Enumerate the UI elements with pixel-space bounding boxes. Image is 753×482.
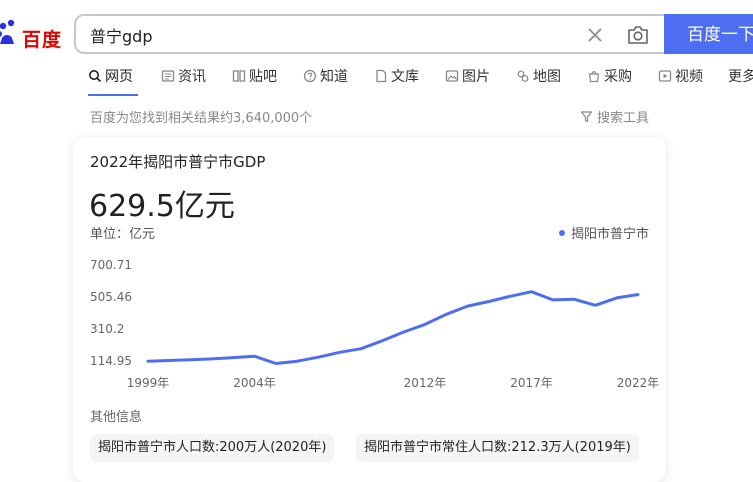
data-point[interactable]: [504, 290, 516, 302]
data-point[interactable]: [312, 351, 324, 363]
tab-label: 知道: [320, 69, 348, 85]
tab-label: 文库: [391, 69, 419, 85]
camera-icon[interactable]: [626, 24, 650, 46]
search-icon: [89, 70, 102, 83]
y-tick-label: 505.46: [90, 290, 132, 304]
data-point[interactable]: [334, 346, 346, 358]
info-chip-population[interactable]: 揭阳市普宁市人口数:200万人(2020年): [90, 434, 335, 462]
data-point[interactable]: [462, 300, 474, 312]
data-point[interactable]: [525, 286, 537, 298]
tab-web[interactable]: 网页: [88, 66, 133, 86]
tab-label: 资讯: [178, 69, 206, 85]
data-point[interactable]: [547, 294, 559, 306]
tab-label: 地图: [533, 69, 561, 85]
search-button[interactable]: 百度一下: [664, 14, 753, 54]
tab-label: 采购: [604, 69, 632, 85]
y-tick-label: 114.95: [90, 354, 132, 368]
clear-icon[interactable]: [584, 24, 606, 46]
baidu-paw-icon: [0, 19, 15, 44]
x-tick-label: 2004年: [233, 376, 276, 390]
data-point[interactable]: [206, 353, 218, 365]
search-box: [74, 14, 664, 54]
tab-map[interactable]: 地图: [516, 66, 561, 86]
data-point[interactable]: [483, 295, 495, 307]
tab-purchase[interactable]: 采购: [587, 66, 632, 86]
data-point[interactable]: [291, 355, 303, 367]
data-point[interactable]: [270, 357, 282, 369]
tab-label: 网页: [105, 69, 133, 85]
data-point[interactable]: [398, 326, 410, 338]
x-tick-label: 2012年: [404, 376, 447, 390]
other-info-label: 其他信息: [90, 410, 143, 425]
data-point[interactable]: [611, 292, 623, 304]
tab-label: 贴吧: [249, 69, 277, 85]
video-icon: [658, 70, 672, 82]
gdp-line-chart: 700.71 505.46 310.2 114.95 1999年 2004年 2012年 20…: [90, 258, 660, 390]
tab-label: 图片: [462, 69, 490, 85]
filter-icon: [580, 111, 593, 123]
tab-label: 更多: [728, 69, 753, 85]
search-tools-label: 搜索工具: [597, 111, 650, 126]
tab-more[interactable]: 更多: [728, 66, 753, 86]
data-point[interactable]: [376, 335, 388, 347]
y-tick-label: 310.2: [90, 322, 124, 336]
gdp-card: 2022年揭阳市普宁市GDP 629.5亿元 单位：亿元 揭阳市普宁市 700.…: [73, 137, 666, 482]
data-point[interactable]: [163, 355, 175, 367]
logo-text: 百度: [22, 29, 63, 51]
purchase-icon: [588, 71, 600, 83]
tieba-icon: [232, 70, 246, 82]
tab-video[interactable]: 视频: [658, 66, 703, 86]
tab-label: 视频: [675, 69, 703, 85]
gdp-series-line[interactable]: [146, 290, 640, 365]
baidu-logo[interactable]: 百度: [0, 14, 70, 58]
data-point[interactable]: [355, 343, 367, 355]
x-tick-label: 2022年: [617, 376, 660, 390]
tab-tieba[interactable]: 贴吧: [232, 66, 277, 86]
search-tools-button[interactable]: 搜索工具: [580, 107, 649, 126]
data-point[interactable]: [185, 354, 197, 366]
data-point[interactable]: [632, 289, 644, 301]
data-point[interactable]: [589, 299, 601, 311]
data-point[interactable]: [440, 308, 452, 320]
y-tick-label: 700.71: [90, 258, 132, 272]
result-count: 百度为您找到相关结果约3,640,000个: [90, 111, 313, 126]
map-icon: [517, 70, 529, 82]
image-icon: [445, 70, 459, 82]
data-point[interactable]: [419, 318, 431, 330]
data-point[interactable]: [227, 352, 239, 364]
active-tab-underline: [88, 94, 138, 96]
document-icon: [376, 69, 387, 83]
tab-zhidao[interactable]: 知道: [303, 66, 348, 86]
info-chip-resident-population[interactable]: 揭阳市普宁市常住人口数:212.3万人(2019年): [356, 434, 639, 462]
search-input[interactable]: [90, 24, 560, 46]
x-tick-label: 1999年: [127, 376, 170, 390]
x-tick-label: 2017年: [510, 376, 553, 390]
tab-wenku[interactable]: 文库: [374, 66, 419, 86]
data-point[interactable]: [568, 293, 580, 305]
data-point[interactable]: [249, 350, 261, 362]
tab-news[interactable]: 资讯: [161, 66, 206, 86]
news-icon: [161, 70, 175, 82]
tab-image[interactable]: 图片: [445, 66, 490, 86]
question-icon: [303, 69, 317, 83]
data-point[interactable]: [142, 355, 154, 367]
